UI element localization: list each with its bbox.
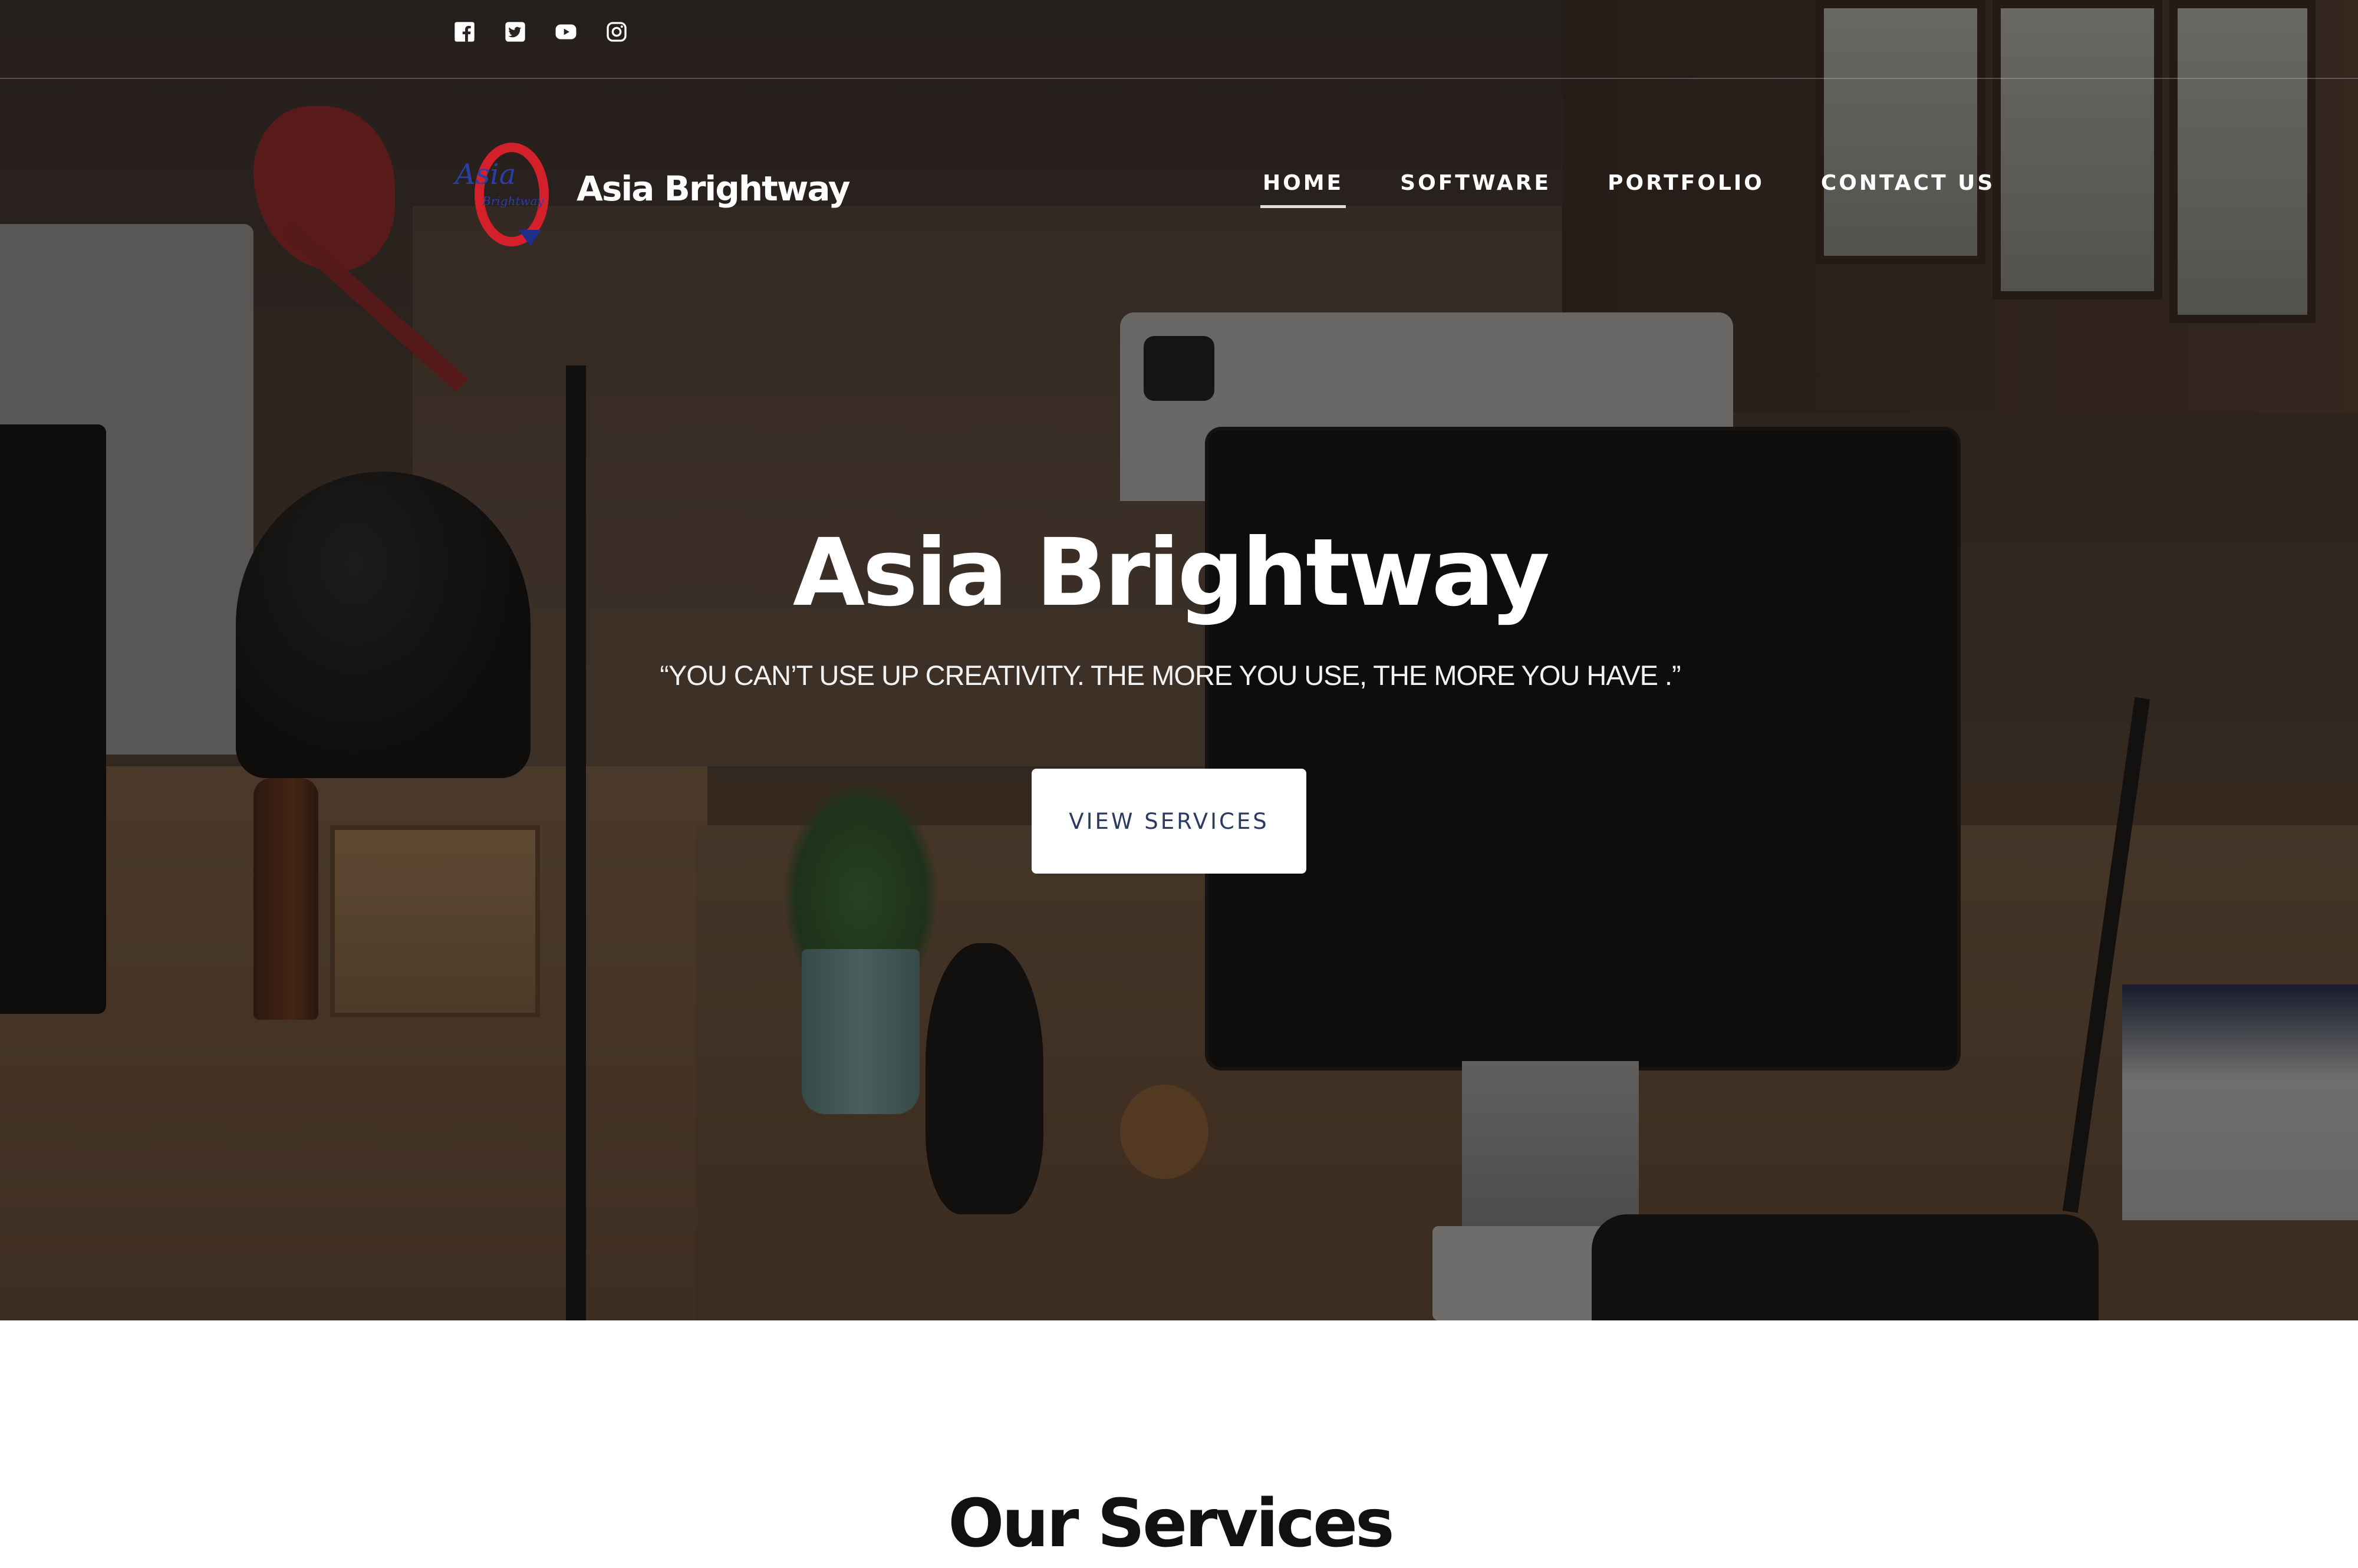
instagram-icon[interactable]: [605, 20, 628, 44]
hero-title: Asia Brightway: [792, 519, 1550, 627]
brand-name: Asia Brightway: [577, 169, 851, 209]
youtube-icon[interactable]: [554, 20, 578, 44]
hero-quote: “YOU CAN’T USE UP CREATIVITY. THE MORE Y…: [660, 660, 1681, 691]
logo-mark-icon: Asia Brightway: [453, 143, 549, 246]
top-bar: [0, 0, 2358, 79]
twitter-icon[interactable]: [503, 20, 527, 44]
view-services-button[interactable]: VIEW SERVICES: [1032, 769, 1306, 874]
nav-item-portfolio[interactable]: PORTFOLIO: [1600, 171, 1771, 208]
facebook-icon[interactable]: [453, 20, 476, 44]
logo-text: Asia: [453, 158, 516, 191]
main-nav: HOME SOFTWARE PORTFOLIO CONTACT US: [1256, 171, 2044, 208]
social-links: [453, 20, 628, 44]
nav-item-home[interactable]: HOME: [1256, 171, 1351, 208]
nav-item-software[interactable]: SOFTWARE: [1393, 171, 1558, 208]
services-heading: Our Services: [948, 1485, 1394, 1562]
logo-subtext: Brightway: [482, 194, 544, 208]
site-logo[interactable]: Asia Brightway Asia Brightway: [453, 130, 851, 248]
main-header: Asia Brightway Asia Brightway HOME SOFTW…: [0, 118, 2358, 253]
nav-item-contact-us[interactable]: CONTACT US: [1814, 171, 2002, 208]
